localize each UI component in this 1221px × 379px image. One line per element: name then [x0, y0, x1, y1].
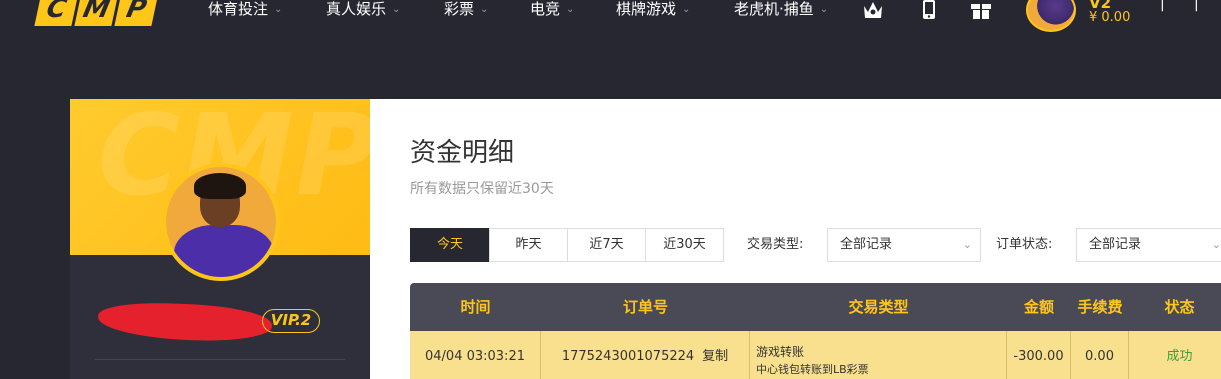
chevron-down-icon: ⌄: [480, 4, 489, 15]
column-header-amount: 金额: [1023, 298, 1054, 316]
column-header-time: 时间: [460, 298, 491, 316]
nav-item-live-casino[interactable]: 真人娱乐 ⌄: [326, 0, 400, 20]
nav-item-label: 电竞: [530, 0, 561, 18]
chevron-down-icon: ⌄: [962, 238, 972, 251]
logo-letter: C: [34, 0, 79, 26]
mobile-phone-icon[interactable]: [918, 0, 940, 20]
menu-divider-icon: |: [1194, 0, 1199, 12]
transaction-type: 游戏转账: [756, 345, 805, 359]
nav-item-sports[interactable]: 体育投注 ⌄: [208, 0, 282, 20]
vip-badge: VIP.2: [262, 309, 320, 333]
nav-item-lottery[interactable]: 彩票 ⌄: [444, 0, 488, 20]
tab-yesterday[interactable]: 昨天: [489, 228, 568, 262]
select-value: 全部记录: [1089, 237, 1142, 252]
cell-amount: -300.00: [1007, 331, 1071, 379]
order-status-select[interactable]: 全部记录 ⌄: [1076, 228, 1221, 262]
nav-item-esports[interactable]: 电竞 ⌄: [530, 0, 574, 20]
logo-letter: M: [74, 0, 119, 26]
page-title: 资金明细: [410, 138, 515, 168]
nav-item-label: 棋牌游戏: [616, 0, 677, 18]
tab-last-7-days[interactable]: 近7天: [567, 228, 646, 262]
chevron-down-icon: ⌄: [682, 4, 691, 15]
date-range-tabs: 今天 昨天 近7天 近30天: [410, 228, 724, 262]
menu-divider-icon: |: [1160, 0, 1165, 12]
top-navbar: C M P 体育投注 ⌄ 真人娱乐 ⌄ 彩票 ⌄ 电竞 ⌄ 棋牌游戏 ⌄ 老虎机·捕鱼 ⌄ …: [0, 0, 1221, 36]
profile-avatar: [162, 163, 280, 281]
chevron-down-icon: ⌄: [1211, 238, 1221, 251]
gift-icon[interactable]: [970, 0, 992, 20]
order-status-label: 订单状态:: [996, 237, 1053, 252]
cell-time: 04/04 03:03:21: [410, 331, 541, 379]
table-header: 时间 订单号 交易类型 金额 手续费 状态: [410, 283, 1221, 331]
transaction-detail: 中心钱包转账到LB彩票: [756, 363, 869, 376]
nav-item-label: 真人娱乐: [326, 0, 387, 18]
nav-item-card-games[interactable]: 棋牌游戏 ⌄: [616, 0, 690, 20]
copy-button[interactable]: 复制: [702, 349, 728, 364]
tab-today[interactable]: 今天: [410, 228, 490, 262]
cmp-logo[interactable]: C M P: [34, 0, 159, 26]
chevron-down-icon: ⌄: [274, 4, 283, 15]
chevron-down-icon: ⌄: [819, 4, 829, 15]
transaction-type-label: 交易类型:: [747, 237, 804, 252]
chevron-down-icon: ⌄: [566, 4, 575, 15]
cell-status: 成功: [1166, 349, 1193, 364]
crown-icon[interactable]: [862, 0, 884, 20]
fund-details-panel: 资金明细 所有数据只保留近30天 今天 昨天 近7天 近30天 交易类型: 全部…: [370, 99, 1221, 379]
divider: [95, 359, 345, 360]
table-row: 04/04 03:03:21 1775243001075224 复制 游戏转账 中…: [410, 331, 1221, 379]
cell-fee: 0.00: [1071, 331, 1129, 379]
chevron-down-icon: ⌄: [392, 4, 401, 15]
nav-item-slots-fishing[interactable]: 老虎机·捕鱼 ⌄: [734, 0, 828, 20]
column-header-order-no: 订单号: [622, 298, 668, 316]
redacted-username: [97, 300, 273, 344]
nav-item-label: 彩票: [444, 0, 475, 18]
select-value: 全部记录: [840, 237, 893, 252]
cell-type: 游戏转账 中心钱包转账到LB彩票: [750, 331, 1007, 379]
transaction-type-select[interactable]: 全部记录 ⌄: [827, 228, 981, 262]
cell-order-no: 1775243001075224 复制: [541, 331, 750, 379]
profile-panel: CMP VIP.2: [70, 99, 370, 379]
column-header-status: 状态: [1164, 298, 1195, 316]
user-avatar[interactable]: [1026, 0, 1076, 32]
logo-letter: P: [114, 0, 159, 26]
account-balance: ¥ 0.00: [1089, 10, 1131, 25]
column-header-type: 交易类型: [848, 298, 909, 316]
nav-item-label: 体育投注: [208, 0, 269, 18]
page-subtitle: 所有数据只保留近30天: [410, 181, 554, 197]
tab-last-30-days[interactable]: 近30天: [645, 228, 724, 262]
column-header-fee: 手续费: [1077, 298, 1123, 316]
order-number: 1775243001075224: [561, 349, 695, 364]
nav-item-label: 老虎机·捕鱼: [734, 0, 814, 18]
